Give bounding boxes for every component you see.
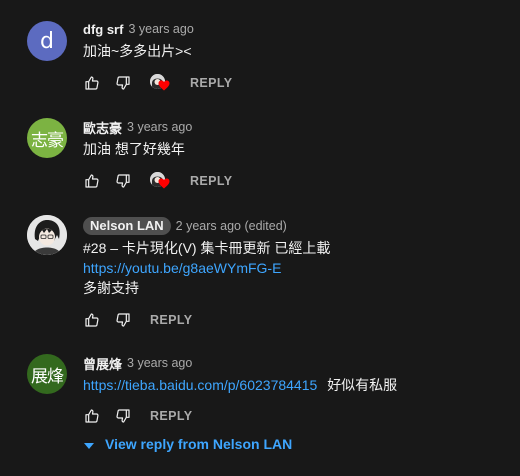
avatar[interactable]: 志豪 — [27, 118, 67, 158]
comment-actions: REPLY — [83, 405, 193, 427]
comment-text: 加油~多多出片>< — [83, 41, 510, 61]
comment-text: 加油 想了好幾年 — [83, 139, 510, 159]
comment-text: #28 – 卡片現化(V) 集卡冊更新 已經上載 https://youtu.b… — [83, 238, 510, 298]
thumbs-up-icon[interactable] — [83, 407, 101, 425]
avatar[interactable] — [27, 215, 67, 255]
comment-text: https://tieba.baidu.com/p/6023784415 好似有… — [83, 375, 510, 395]
avatar-initial: d — [40, 28, 54, 54]
creator-heart-icon — [150, 171, 170, 191]
thumbs-down-icon[interactable] — [114, 407, 132, 425]
comment-timestamp[interactable]: 3 years ago — [127, 356, 192, 370]
comment-timestamp[interactable]: 3 years ago — [128, 22, 193, 36]
thumbs-down-icon[interactable] — [114, 311, 132, 329]
thumbs-down-icon[interactable] — [114, 172, 132, 190]
thumbs-up-icon[interactable] — [83, 172, 101, 190]
comment-timestamp[interactable]: 2 years ago (edited) — [176, 219, 287, 233]
comment-link[interactable]: https://tieba.baidu.com/p/6023784415 — [83, 377, 317, 393]
reply-button[interactable]: REPLY — [150, 409, 193, 423]
comment-text-line: 多謝支持 — [83, 280, 139, 296]
avatar-initial: 志豪 — [31, 130, 64, 151]
comment-timestamp[interactable]: 3 years ago — [127, 120, 192, 134]
avatar[interactable]: d — [27, 21, 67, 61]
comment-author[interactable]: 歐志豪 — [83, 118, 122, 137]
comments-section: d dfg srf 3 years ago 加油~多多出片>< REPLY 志豪… — [0, 0, 520, 476]
reply-button[interactable]: REPLY — [150, 313, 193, 327]
reply-button[interactable]: REPLY — [190, 76, 233, 90]
thumbs-down-icon[interactable] — [114, 74, 132, 92]
creator-heart-icon — [150, 73, 170, 93]
view-replies-button[interactable]: View reply from Nelson LAN — [83, 436, 292, 452]
avatar[interactable]: 展烽 — [27, 354, 67, 394]
comment-text-line: #28 – 卡片現化(V) 集卡冊更新 已經上載 — [83, 240, 331, 256]
avatar-photo — [27, 215, 67, 255]
comment-author[interactable]: 曾展烽 — [83, 354, 122, 373]
comment-actions: REPLY — [83, 72, 233, 94]
reply-button[interactable]: REPLY — [190, 174, 233, 188]
comment-text-line: 加油~多多出片>< — [83, 43, 192, 59]
view-replies-label: View reply from Nelson LAN — [105, 436, 293, 452]
comment-text-line: 加油 想了好幾年 — [83, 141, 185, 157]
comment-author-creator-badge[interactable]: Nelson LAN — [83, 217, 171, 235]
comment-text-line: 好似有私服 — [327, 377, 398, 393]
thumbs-up-icon[interactable] — [83, 74, 101, 92]
caret-down-icon — [84, 436, 94, 452]
comment-actions: REPLY — [83, 170, 233, 192]
comment-link[interactable]: https://youtu.be/g8aeWYmFG-E — [83, 258, 510, 278]
comment-author[interactable]: dfg srf — [83, 22, 123, 37]
avatar-initial: 展烽 — [31, 366, 64, 387]
comment-actions: REPLY — [83, 309, 193, 331]
thumbs-up-icon[interactable] — [83, 311, 101, 329]
